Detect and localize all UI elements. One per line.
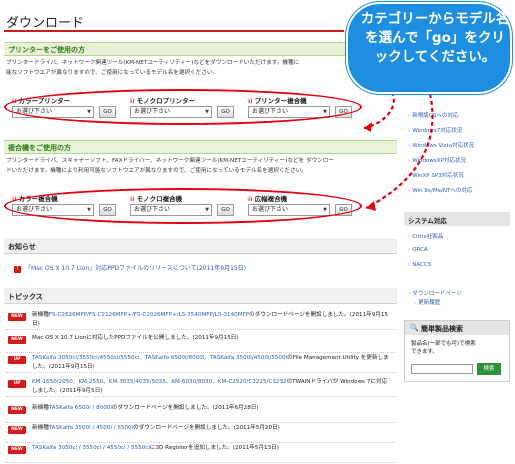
callout-text: カテゴリーからモデル名を選んで「go」をクリックしてください。 — [360, 11, 510, 65]
instruction-callout: カテゴリーからモデル名を選んで「go」をクリックしてください。 — [346, 2, 512, 94]
dashed-arrow — [365, 93, 434, 209]
arrow-head — [366, 201, 376, 211]
dashed-arrow — [363, 91, 395, 130]
